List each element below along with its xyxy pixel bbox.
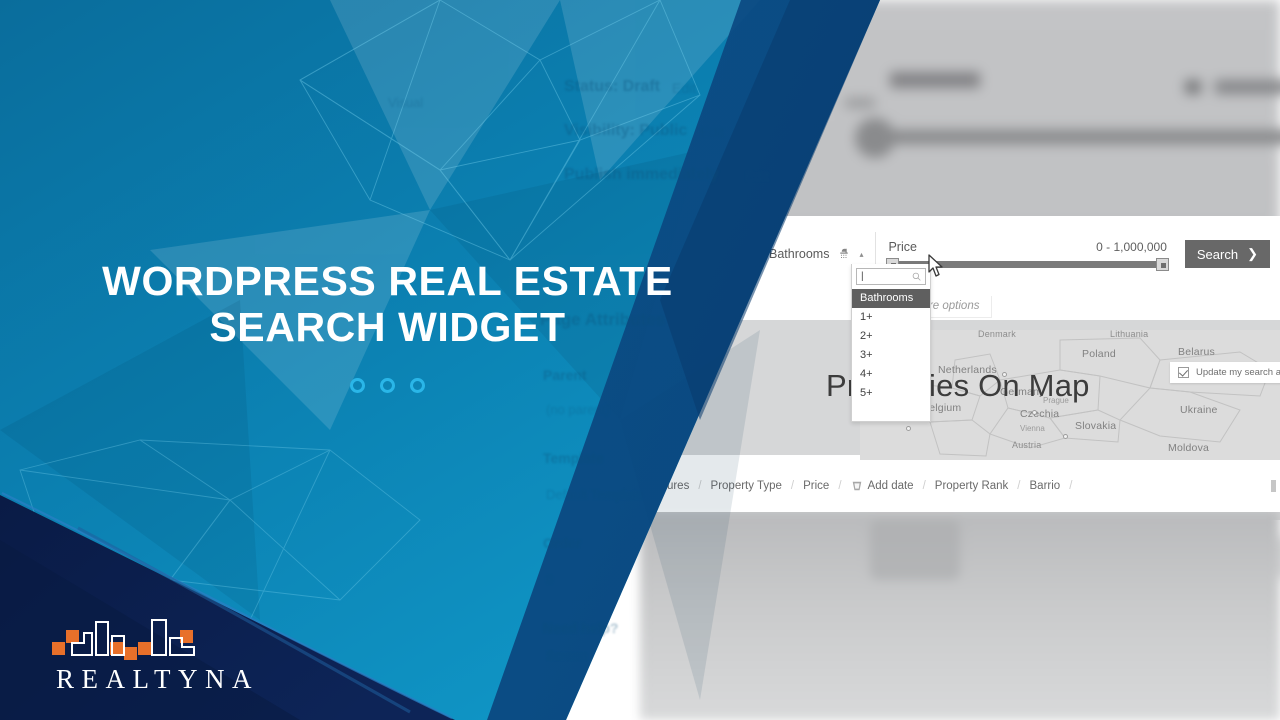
search-button-label: Search: [1196, 246, 1239, 262]
taxonomy-filter-bar[interactable]: ctures / Property Type / Price / Add dat…: [640, 470, 1280, 502]
filter-bar-overflow: [1271, 480, 1276, 492]
map-label: Poland: [1082, 348, 1116, 360]
blurred-slider-knob: [855, 118, 895, 158]
map-label: Austria: [1012, 440, 1042, 450]
mouse-cursor-icon: [928, 254, 943, 277]
chevron-right-icon: ❯: [1247, 246, 1258, 261]
map-label: Slovakia: [1075, 420, 1117, 432]
dropdown-search-input[interactable]: |: [861, 271, 864, 282]
bathrooms-label: Bathrooms: [769, 247, 830, 261]
map-city-label: Vienna: [1020, 424, 1045, 433]
filter-item-property-rank[interactable]: Property Rank: [935, 480, 1009, 492]
blurred-content-block-1: [870, 520, 960, 580]
update-search-checkbox[interactable]: [1178, 367, 1189, 378]
dropdown-option-5plus[interactable]: 5+: [852, 384, 930, 403]
blurred-small-label: [845, 98, 875, 108]
dropdown-option-list[interactable]: Bathrooms 1+ 2+ 3+ 4+ 5+: [852, 289, 930, 403]
filter-item-pictures[interactable]: ctures: [658, 480, 689, 492]
dropdown-option-2plus[interactable]: 2+: [852, 327, 930, 346]
dropdown-option-4plus[interactable]: 4+: [852, 365, 930, 384]
blurred-price-label: [890, 72, 980, 88]
bedrooms-label: Bedrooms: [653, 247, 710, 261]
update-search-as-map-moves[interactable]: Update my search as ma: [1170, 362, 1280, 383]
price-slider-handle-max[interactable]: [1155, 258, 1169, 271]
filter-item-property-type[interactable]: Property Type: [711, 480, 782, 492]
map-label: Moldova: [1168, 442, 1210, 454]
chevron-down-icon[interactable]: ▾: [740, 250, 744, 259]
search-button[interactable]: Search ❯: [1184, 240, 1270, 268]
filter-separator: /: [790, 480, 795, 492]
price-label: Price: [888, 240, 917, 254]
page-footer-blurred: [640, 510, 1280, 720]
map-label: Lithuania: [1110, 330, 1149, 339]
bedrooms-field[interactable]: Bedrooms ▾: [640, 232, 757, 276]
dropdown-option-bathrooms[interactable]: Bathrooms: [852, 289, 930, 308]
filter-separator: /: [1017, 480, 1021, 492]
filter-item-price[interactable]: Price: [803, 480, 829, 492]
bed-icon: [717, 249, 733, 258]
dropdown-option-1plus[interactable]: 1+: [852, 308, 930, 327]
filter-separator: /: [698, 480, 702, 492]
map-marker-dot[interactable]: [906, 426, 911, 431]
dropdown-option-3plus[interactable]: 3+: [852, 346, 930, 365]
chevron-up-icon[interactable]: ▴: [859, 250, 863, 259]
dropdown-search-row[interactable]: |: [856, 268, 926, 285]
blurred-slider-track: [890, 130, 1280, 144]
blurred-text-right: [1215, 80, 1280, 94]
background-screenshot: Netherlands Belgium Germany Poland Belar…: [0, 0, 1280, 720]
shower-icon: [840, 248, 849, 258]
map-label: Ukraine: [1180, 404, 1218, 416]
update-search-label: Update my search as ma: [1196, 367, 1280, 378]
filter-separator: /: [1069, 480, 1073, 492]
filter-item-add-date-label: Add date: [867, 480, 914, 492]
blurred-icon-right: [1185, 80, 1201, 94]
map-label: Belarus: [1178, 346, 1216, 358]
map-marker-dot[interactable]: [1063, 434, 1068, 439]
price-value: 0 - 1,000,000: [1096, 240, 1167, 254]
sort-icon: [852, 481, 861, 491]
bathrooms-dropdown[interactable]: | Bathrooms 1+ 2+ 3+ 4+ 5+: [851, 264, 931, 422]
filter-item-add-date[interactable]: Add date: [851, 480, 914, 492]
map-marker-dot[interactable]: [1032, 410, 1037, 415]
filter-item-barrio[interactable]: Barrio: [1030, 480, 1061, 492]
slide-canvas: Netherlands Belgium Germany Poland Belar…: [0, 0, 1280, 720]
magnifier-icon[interactable]: [912, 272, 921, 281]
map-label: Denmark: [978, 330, 1016, 339]
map-label: Czechia: [1020, 408, 1060, 420]
property-search-bar[interactable]: Bedrooms ▾ Bathrooms ▴ Price 0 - 1,000,0…: [640, 232, 1280, 276]
filter-separator: /: [838, 480, 842, 492]
dropdown-footer: [852, 403, 930, 421]
filter-separator: /: [922, 480, 926, 492]
